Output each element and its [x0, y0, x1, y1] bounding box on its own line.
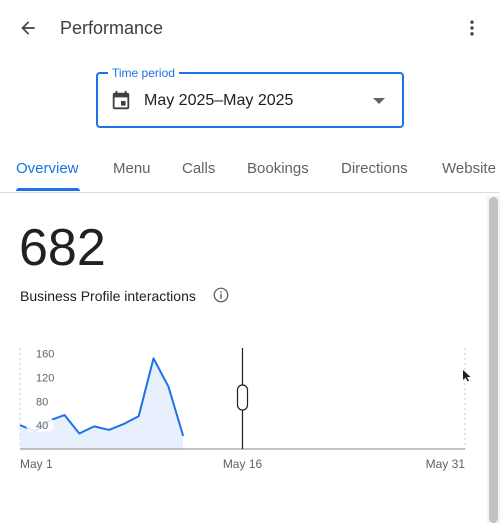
time-period-value: May 2025–May 2025: [144, 92, 294, 109]
range-handle-knob[interactable]: [236, 384, 249, 411]
tab-overview[interactable]: Overview: [16, 160, 79, 178]
y-tick-label: 40: [36, 420, 48, 432]
y-tick-label: 120: [36, 372, 54, 384]
dropdown-arrow-icon: [373, 98, 385, 104]
page-title: Performance: [60, 18, 164, 38]
interactions-label: Business Profile interactions: [20, 288, 196, 304]
interactions-count: 682: [19, 219, 106, 277]
active-tab-indicator: [16, 188, 80, 191]
app-bar: Performance: [0, 0, 500, 56]
tab-directions[interactable]: Directions: [341, 160, 408, 178]
more-vert-icon: [470, 20, 474, 36]
tab-bar: Overview Menu Calls Bookings Directions …: [0, 146, 500, 193]
x-tick-label: May 16: [223, 457, 263, 471]
more-options-button[interactable]: [456, 12, 488, 44]
time-period-label: Time period: [108, 65, 179, 81]
back-button[interactable]: [12, 12, 44, 44]
tab-bookings[interactable]: Bookings: [247, 160, 309, 178]
y-tick-label: 80: [36, 396, 48, 408]
y-tick-label: 160: [36, 349, 54, 361]
tab-website[interactable]: Website: [442, 160, 496, 178]
info-icon[interactable]: [212, 286, 230, 304]
x-tick-label: May 1: [20, 457, 53, 471]
interactions-chart: 160 120 80 40 May 1 May 16 May 31: [19, 345, 466, 471]
calendar-icon: [112, 90, 130, 110]
performance-page: Performance Time period May 2025–May 202…: [0, 0, 500, 523]
x-tick-label: May 31: [426, 457, 466, 471]
scrollbar-thumb[interactable]: [489, 197, 498, 523]
tab-menu[interactable]: Menu: [113, 160, 151, 178]
mouse-pointer-icon: [463, 370, 471, 382]
time-period-select[interactable]: Time period May 2025–May 2025: [96, 65, 404, 128]
tab-calls[interactable]: Calls: [182, 160, 215, 178]
arrow-back-icon: [21, 21, 35, 35]
